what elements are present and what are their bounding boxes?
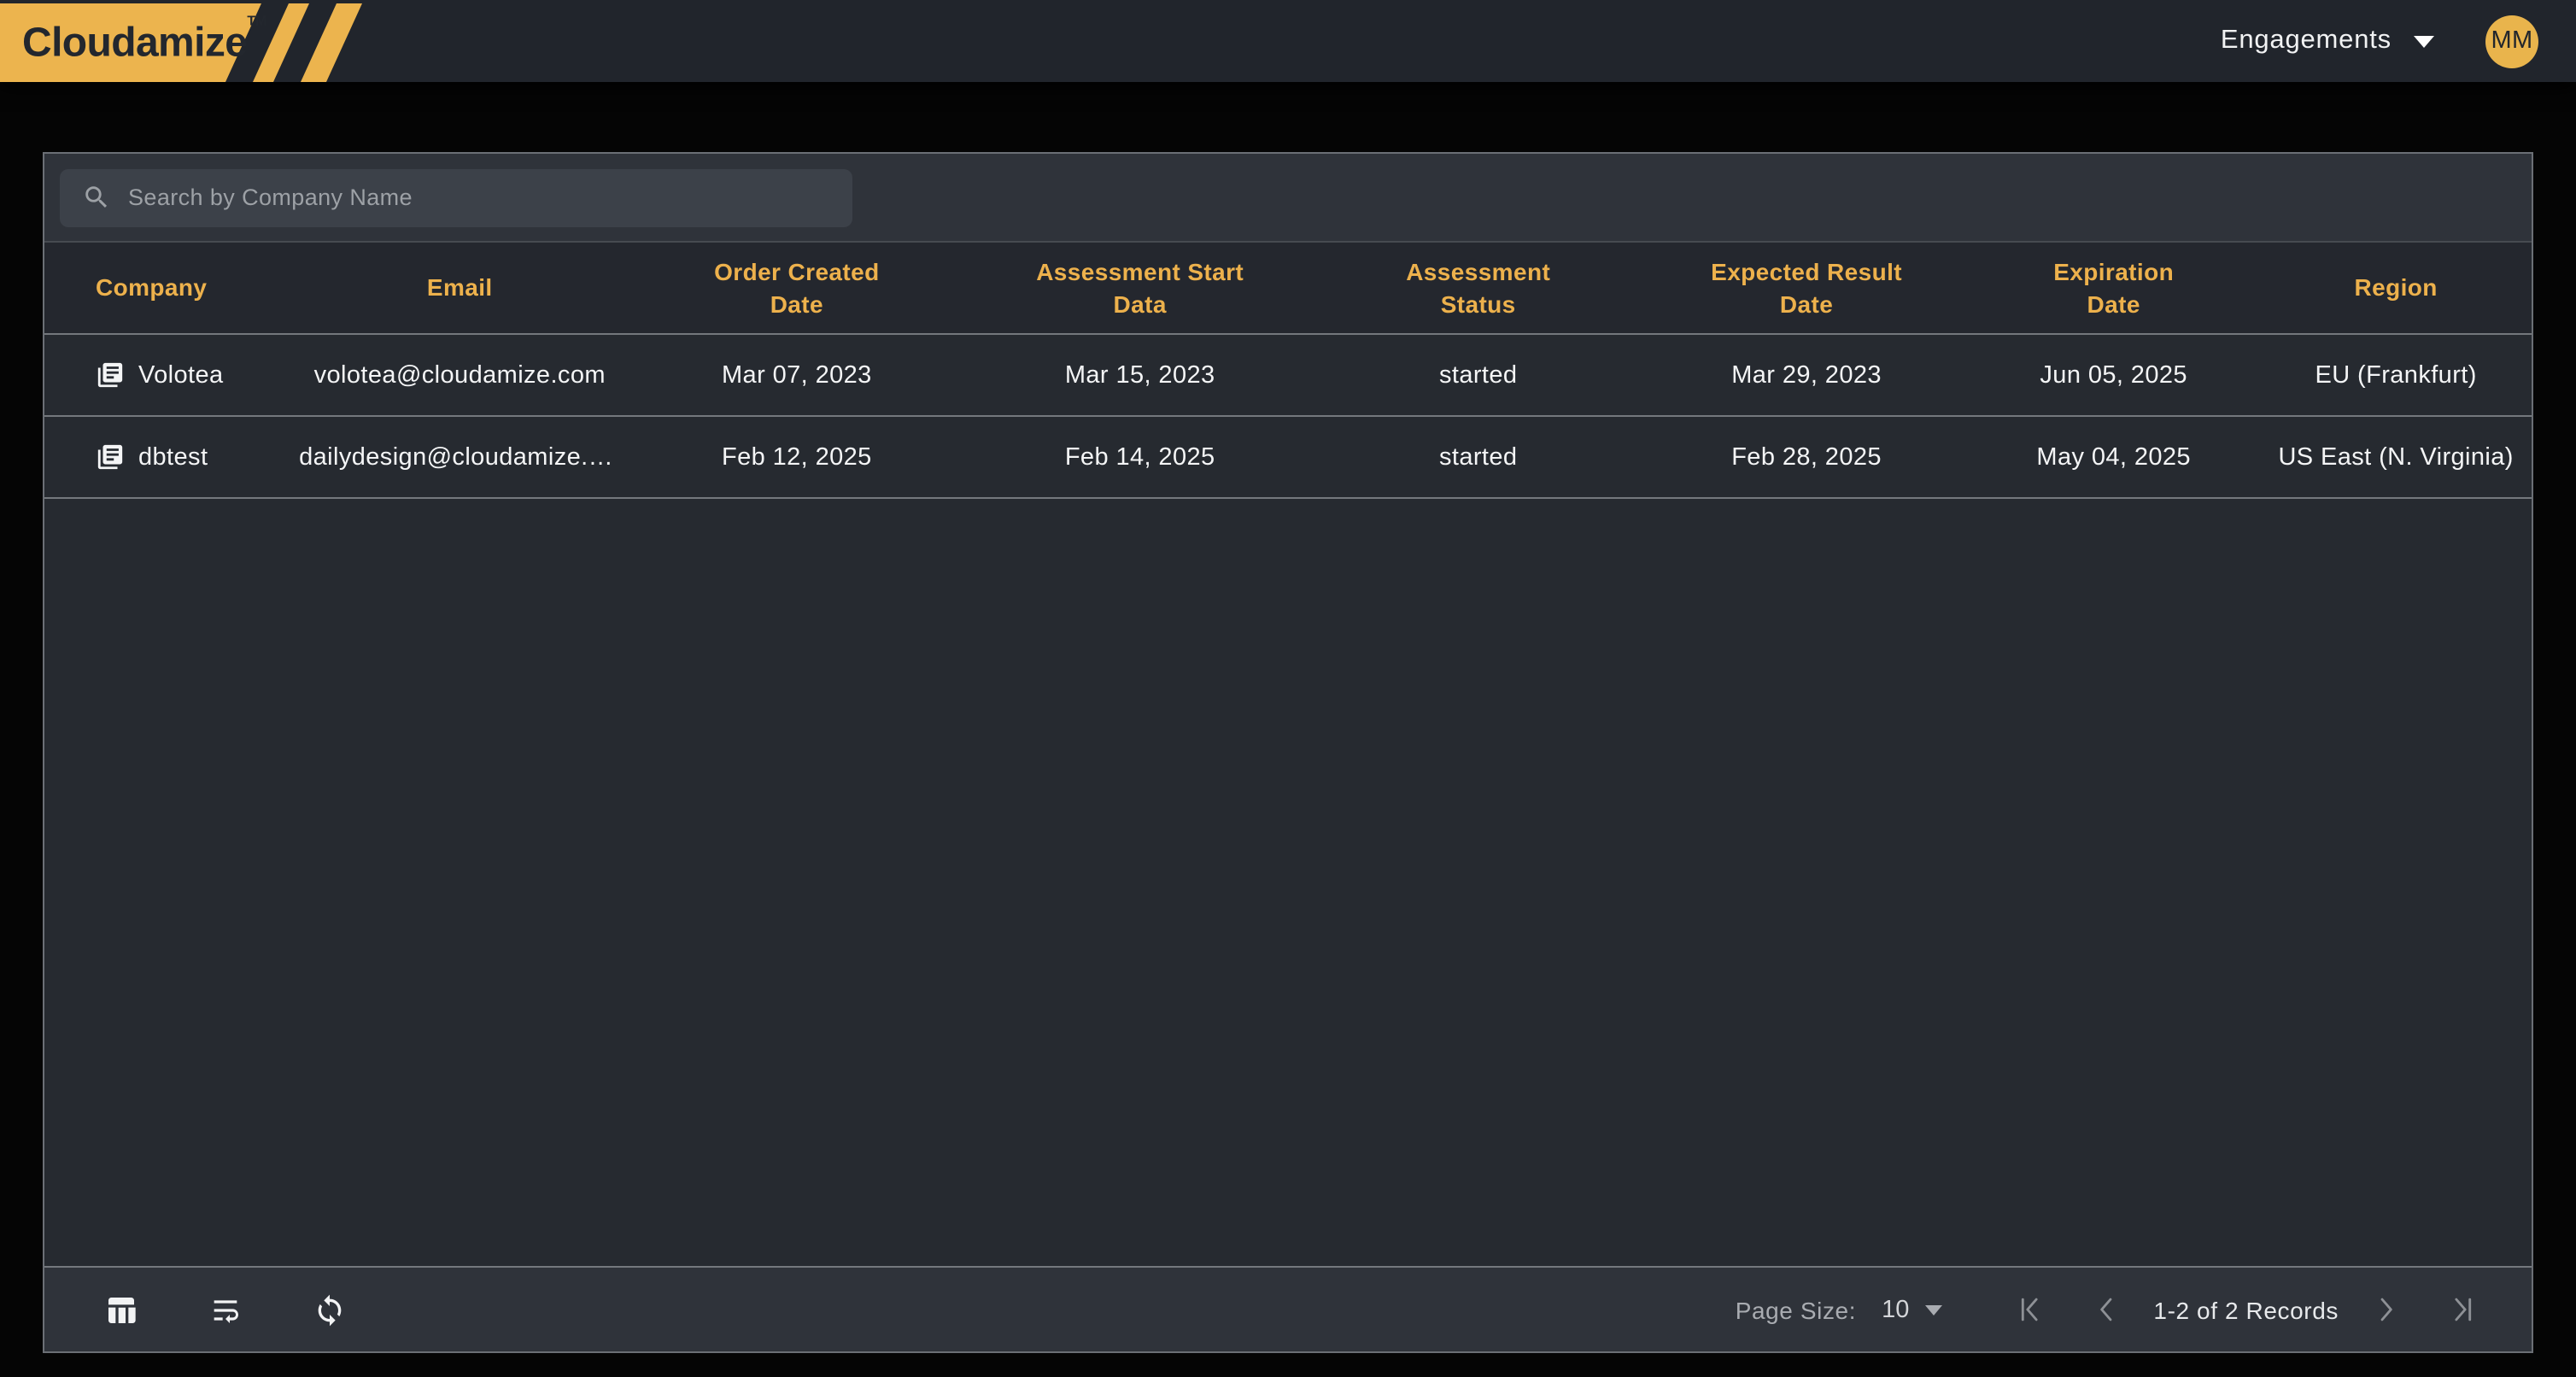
- engagements-dropdown[interactable]: Engagements: [2221, 26, 2434, 56]
- page-size-label: Page Size:: [1736, 1296, 1856, 1323]
- wrap-text-icon: [208, 1292, 243, 1327]
- order-created-date-cell: Feb 12, 2025: [624, 443, 969, 471]
- page-size-value: 10: [1882, 1296, 1909, 1323]
- column-header-order-created-date: Order CreatedDate: [624, 255, 969, 320]
- expected-result-date-cell: Feb 28, 2025: [1646, 443, 1967, 471]
- expiration-date-cell: Jun 05, 2025: [1967, 361, 2261, 389]
- last-page-button[interactable]: [2446, 1293, 2479, 1326]
- chevron-left-icon: [2090, 1293, 2122, 1326]
- column-header-email: Email: [296, 272, 624, 304]
- engagements-panel: Company Email Order CreatedDate Assessme…: [43, 152, 2533, 1353]
- assessment-status-cell: started: [1310, 443, 1646, 471]
- region-cell: EU (Frankfurt): [2260, 361, 2531, 389]
- search-input[interactable]: [125, 183, 852, 212]
- avatar-initials: MM: [2491, 27, 2532, 55]
- first-page-icon: [2013, 1293, 2046, 1326]
- cloudamize-logo[interactable]: CloudamizeTM: [0, 3, 393, 81]
- column-header-region: Region: [2260, 272, 2531, 304]
- last-page-icon: [2446, 1293, 2479, 1326]
- expected-result-date-cell: Mar 29, 2023: [1646, 361, 1967, 389]
- table-row[interactable]: Volotea volotea@cloudamize.com Mar 07, 2…: [44, 335, 2532, 417]
- table-empty-area: [44, 499, 2532, 1266]
- column-header-assessment-status: AssessmentStatus: [1310, 255, 1646, 320]
- chevron-down-icon: [2414, 35, 2434, 47]
- chevron-right-icon: [2369, 1293, 2402, 1326]
- email-cell: volotea@cloudamize.com: [296, 361, 624, 389]
- company-cell: dbtest: [44, 442, 296, 472]
- sync-icon: [313, 1292, 347, 1327]
- company-cell: Volotea: [44, 360, 296, 390]
- wrap-text-button[interactable]: [208, 1292, 243, 1327]
- app-viewport: CloudamizeTM Engagements MM Company: [0, 0, 2576, 1377]
- records-count: 1-2 of 2 Records: [2153, 1296, 2339, 1323]
- assessment-start-cell: Mar 15, 2023: [969, 361, 1310, 389]
- email-cell: dailydesign@cloudamize.com: [296, 443, 624, 471]
- library-books-icon: [96, 442, 125, 472]
- library-books-icon: [96, 360, 125, 390]
- column-header-expiration-date: ExpirationDate: [1967, 255, 2261, 320]
- company-name: Volotea: [138, 361, 224, 389]
- assessment-start-cell: Feb 14, 2025: [969, 443, 1310, 471]
- table-row[interactable]: dbtest dailydesign@cloudamize.com Feb 12…: [44, 417, 2532, 499]
- logo-wordmark: CloudamizeTM: [22, 12, 267, 67]
- chevron-down-icon: [1924, 1304, 1941, 1315]
- table-header-row: Company Email Order CreatedDate Assessme…: [44, 243, 2532, 335]
- previous-page-button[interactable]: [2090, 1293, 2122, 1326]
- column-settings-button[interactable]: [104, 1292, 138, 1327]
- page-size-select[interactable]: 10: [1882, 1296, 1941, 1323]
- next-page-button[interactable]: [2369, 1293, 2402, 1326]
- first-page-button[interactable]: [2013, 1293, 2046, 1326]
- top-navigation-bar: CloudamizeTM Engagements MM: [0, 0, 2576, 82]
- region-cell: US East (N. Virginia): [2260, 443, 2531, 471]
- trademark-symbol: TM: [247, 12, 266, 27]
- column-header-expected-result-date: Expected ResultDate: [1646, 255, 1967, 320]
- search-icon: [82, 183, 111, 212]
- user-avatar[interactable]: MM: [2485, 15, 2538, 67]
- assessment-status-cell: started: [1310, 361, 1646, 389]
- order-created-date-cell: Mar 07, 2023: [624, 361, 969, 389]
- search-row: [44, 154, 2532, 243]
- expiration-date-cell: May 04, 2025: [1967, 443, 2261, 471]
- table-columns-icon: [104, 1292, 138, 1327]
- company-name: dbtest: [138, 443, 208, 471]
- pagination-controls: Page Size: 10 1-2 of 2 Records: [1736, 1293, 2479, 1326]
- search-box[interactable]: [60, 168, 852, 226]
- refresh-button[interactable]: [313, 1292, 347, 1327]
- column-header-company: Company: [44, 272, 296, 304]
- engagements-dropdown-label: Engagements: [2221, 26, 2392, 56]
- column-header-assessment-start-data: Assessment StartData: [969, 255, 1310, 320]
- table-footer-toolbar: Page Size: 10 1-2 of 2 Records: [44, 1266, 2532, 1351]
